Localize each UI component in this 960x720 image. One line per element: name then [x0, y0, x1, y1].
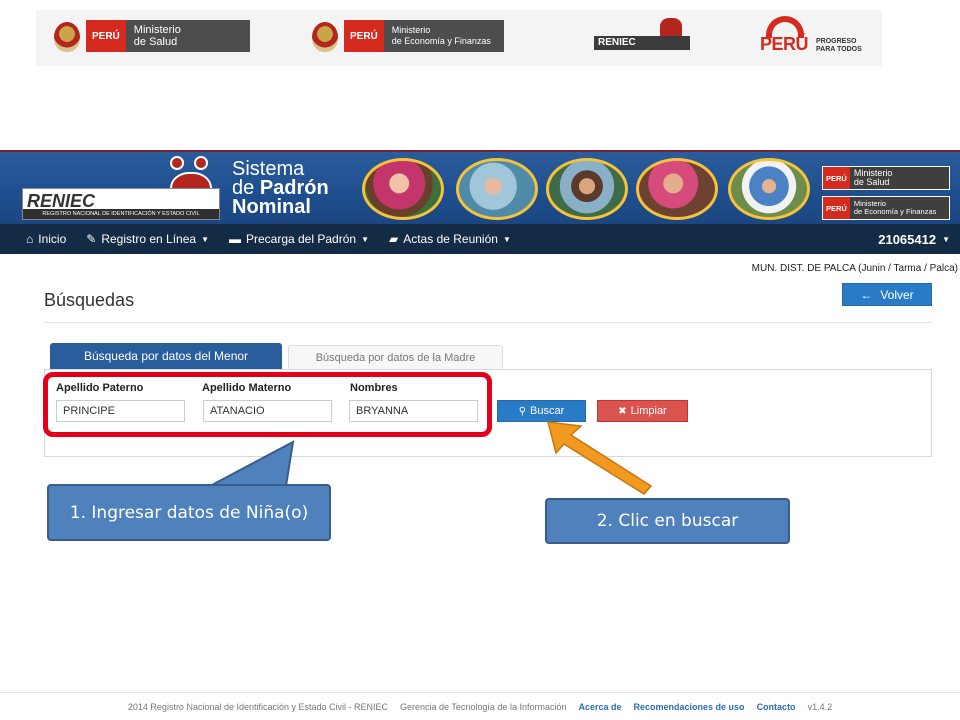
nav-item-inicio[interactable]: ⌂ Inicio — [0, 224, 76, 254]
mef-logo: PERÚ Ministerio de Economía y Finanzas — [344, 20, 504, 52]
nav-item-label: Registro en Línea — [101, 232, 197, 246]
app-header: RENIEC REGISTRO NACIONAL DE IDENTIFICACI… — [0, 150, 960, 224]
system-title: Sistema de Padrón Nominal — [232, 159, 329, 218]
progreso-word: PERÚ — [760, 34, 809, 54]
limpiar-button-label: Limpiar — [630, 405, 667, 417]
header-badge1-line2: de Salud — [853, 177, 890, 187]
minsa-line2: de Salud — [133, 36, 178, 48]
home-icon: ⌂ — [26, 232, 34, 246]
printer-icon: ▬ — [228, 232, 241, 246]
child-photo-3 — [546, 158, 628, 220]
volver-button[interactable]: ← Volver — [842, 283, 932, 306]
minsa-peru-label: PERÚ — [86, 20, 126, 52]
progreso-tag2: PARA TODOS — [816, 46, 862, 53]
mef-line2: de Economía y Finanzas — [391, 36, 491, 46]
header-badge2-peru: PERÚ — [823, 197, 850, 219]
peru-coat-of-arms-icon — [54, 22, 80, 52]
mef-peru-label: PERÚ — [344, 20, 384, 52]
caret-down-icon: ▼ — [942, 234, 950, 244]
caret-down-icon: ▼ — [361, 234, 369, 244]
user-id: 21065412 — [878, 231, 937, 247]
buscar-button[interactable]: ⚲ Buscar — [497, 400, 586, 422]
peru-progreso-logo: PERÚ PROGRESO PARA TODOS — [758, 16, 878, 56]
reniec-logo[interactable]: RENIEC REGISTRO NACIONAL DE IDENTIFICACI… — [22, 188, 220, 220]
limpiar-button[interactable]: ✖ Limpiar — [597, 400, 688, 422]
minsa-line1: Ministerio — [133, 24, 181, 36]
buscar-button-label: Buscar — [530, 405, 565, 417]
header-minsa-badge: PERÚ Ministerio de Salud — [822, 166, 950, 190]
callout-step-2: 2. Clic en buscar — [545, 498, 790, 544]
user-menu[interactable]: 21065412 ▼ — [878, 224, 950, 254]
nav-item-label: Inicio — [38, 232, 67, 246]
child-photo-1 — [362, 158, 444, 220]
caret-down-icon: ▼ — [201, 234, 209, 244]
callout-step-1: 1. Ingresar datos de Niña(o) — [47, 484, 331, 541]
arrow-left-icon: ← — [860, 287, 873, 302]
reniec-mini-logo: RENIEC — [594, 18, 690, 54]
close-icon: ✖ — [618, 405, 627, 417]
footer-link-recomendaciones[interactable]: Recomendaciones de uso — [634, 702, 745, 712]
mef-line1: Ministerio — [391, 25, 431, 35]
nav-item-registro-en-linea[interactable]: ✎ Registro en Línea ▼ — [76, 224, 219, 254]
footer-version: v1.4.2 — [807, 701, 833, 712]
system-title-line3: Nominal — [232, 196, 311, 218]
search-icon: ⚲ — [518, 405, 527, 417]
caret-down-icon: ▼ — [502, 234, 511, 244]
nav-item-actas-de-reunion[interactable]: ▰ Actas de Reunión ▼ — [379, 224, 521, 254]
page-footer: 2014 Registro Nacional de Identificación… — [0, 692, 960, 720]
progreso-tag1: PROGRESO — [816, 38, 857, 45]
nav-item-label: Actas de Reunión — [403, 232, 498, 246]
header-badge2-line2: de Economía y Finanzas — [853, 207, 937, 216]
footer-link-acerca[interactable]: Acerca de — [578, 702, 621, 712]
page-title: Búsquedas — [44, 290, 135, 310]
reniec-logo-subtitle: REGISTRO NACIONAL DE IDENTIFICACIÓN Y ES… — [23, 209, 219, 219]
reniec-figure-icon — [660, 18, 682, 38]
peru-coat-of-arms-icon — [312, 22, 338, 52]
footer-gerencia: Gerencia de Tecnología de la Información — [400, 701, 567, 712]
reniec-mini-label: RENIEC — [594, 36, 690, 50]
tab-busqueda-menor[interactable]: Búsqueda por datos del Menor — [50, 343, 282, 369]
footer-copyright: 2014 Registro Nacional de Identificación… — [127, 701, 389, 712]
child-photo-4 — [636, 158, 718, 220]
input-highlight-box — [43, 372, 492, 437]
municipality-label: MUN. DIST. DE PALCA (Junin / Tarma / Pal… — [751, 263, 958, 274]
child-photo-5 — [728, 158, 810, 220]
nav-item-precarga-del-padron[interactable]: ▬ Precarga del Padrón ▼ — [219, 224, 379, 254]
footer-link-contacto[interactable]: Contacto — [757, 702, 796, 712]
volver-button-label: Volver — [880, 287, 914, 302]
partner-logo-strip: PERÚ Ministerio de Salud PERÚ Ministerio… — [36, 10, 882, 66]
folder-icon: ▰ — [388, 232, 399, 246]
title-divider — [44, 322, 932, 323]
child-photo-2 — [456, 158, 538, 220]
header-badge1-peru: PERÚ — [823, 167, 850, 189]
header-mef-badge: PERÚ Ministerio de Economía y Finanzas — [822, 196, 950, 220]
tab-busqueda-madre[interactable]: Búsqueda por datos de la Madre — [288, 345, 503, 369]
nav-item-label: Precarga del Padrón — [245, 232, 357, 246]
minsa-logo: PERÚ Ministerio de Salud — [86, 20, 250, 52]
main-navbar: ⌂ Inicio ✎ Registro en Línea ▼ ▬ Precarg… — [0, 224, 960, 254]
pencil-icon: ✎ — [86, 232, 97, 246]
